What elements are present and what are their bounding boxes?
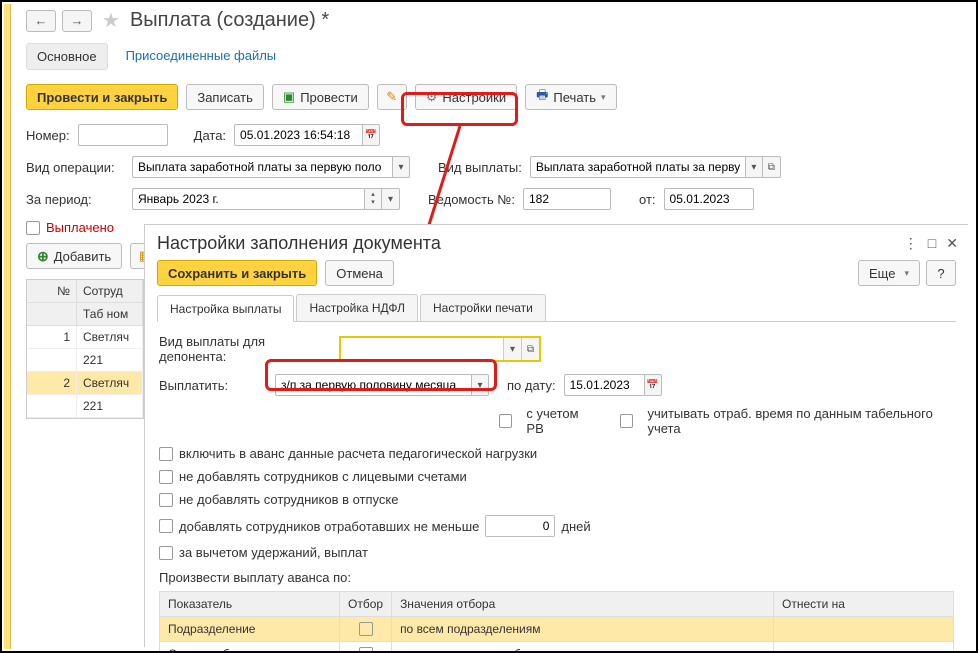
number-label: Номер: bbox=[26, 128, 70, 143]
tab-main[interactable]: Основное bbox=[26, 43, 108, 70]
tab-files[interactable]: Присоединенные файлы bbox=[122, 43, 281, 70]
period-label: За период: bbox=[26, 192, 124, 207]
table-row[interactable]: 221 bbox=[27, 395, 143, 418]
open-icon[interactable]: ⧉ bbox=[521, 338, 539, 360]
window-restore-icon[interactable]: □ bbox=[928, 235, 936, 252]
filter-checkbox[interactable] bbox=[359, 622, 373, 636]
avans-filter-table[interactable]: Показатель Отбор Значения отбора Отнести… bbox=[159, 591, 954, 653]
plus-icon: ⊕ bbox=[37, 248, 49, 265]
rv-checkbox[interactable] bbox=[499, 414, 512, 428]
chevron-down-icon[interactable]: ▾ bbox=[392, 156, 410, 178]
settings-button[interactable]: ⚙Настройки bbox=[415, 84, 517, 110]
chevron-down-icon[interactable]: ▾ bbox=[745, 156, 763, 178]
col-indicator[interactable]: Показатель bbox=[160, 592, 340, 617]
col-tab-number[interactable]: Таб ном bbox=[77, 303, 143, 326]
rv-label: с учетом РВ bbox=[526, 406, 596, 436]
avans-heading: Произвести выплату аванса по: bbox=[159, 570, 954, 585]
spinner-up-icon[interactable]: ▴▾ bbox=[364, 188, 382, 210]
add-button[interactable]: ⊕Добавить bbox=[26, 243, 122, 269]
calendar-icon[interactable]: 📅 bbox=[362, 124, 380, 146]
nav-back-button[interactable]: ← bbox=[26, 10, 56, 32]
filter-checkbox[interactable] bbox=[359, 647, 373, 653]
printer-icon: 🖶 bbox=[536, 86, 548, 108]
table-row[interactable]: 221 bbox=[27, 349, 143, 372]
more-button[interactable]: Еще▾ bbox=[858, 260, 920, 286]
tab-payout-settings[interactable]: Настройка выплаты bbox=[157, 295, 294, 322]
chevron-down-icon: ▾ bbox=[601, 92, 606, 103]
pay-mode-input[interactable] bbox=[275, 374, 471, 396]
paid-checkbox[interactable] bbox=[26, 221, 40, 235]
date-input[interactable] bbox=[234, 124, 362, 146]
table-row[interactable]: 1 Светляч bbox=[27, 326, 143, 349]
date-label: Дата: bbox=[194, 128, 226, 143]
pencil-icon: ✎ bbox=[386, 89, 397, 105]
chevron-down-icon[interactable]: ▾ bbox=[471, 374, 489, 396]
tabel-checkbox[interactable] bbox=[620, 414, 633, 428]
dialog-title: Настройки заполнения документа bbox=[157, 233, 904, 254]
chevron-down-icon: ▾ bbox=[904, 268, 909, 279]
from-label: от: bbox=[639, 192, 656, 207]
open-icon[interactable]: ⧉ bbox=[763, 156, 781, 178]
save-button[interactable]: Записать bbox=[186, 84, 264, 110]
col-filter-values[interactable]: Значения отбора bbox=[392, 592, 774, 617]
post-button[interactable]: ▣Провести bbox=[272, 84, 369, 110]
from-date-input[interactable] bbox=[664, 188, 754, 210]
number-input[interactable] bbox=[78, 124, 168, 146]
col-employee[interactable]: Сотруд bbox=[77, 280, 143, 303]
chevron-down-icon[interactable]: ▾ bbox=[382, 188, 400, 210]
employees-grid[interactable]: № Сотруд Таб ном 1 Светляч 221 2 Светляч bbox=[26, 279, 144, 419]
star-icon[interactable]: ★ bbox=[102, 8, 120, 33]
pay-label: Выплатить: bbox=[159, 378, 267, 393]
to-date-input[interactable] bbox=[564, 374, 644, 396]
settings-dialog: Настройки заполнения документа ⋮ □ ✕ Сох… bbox=[144, 224, 968, 647]
col-filter[interactable]: Отбор bbox=[340, 592, 392, 617]
gear-icon: ⚙ bbox=[426, 89, 438, 105]
chevron-down-icon[interactable]: ▾ bbox=[503, 338, 521, 360]
op-type-input[interactable] bbox=[132, 156, 392, 178]
op-type-label: Вид операции: bbox=[26, 160, 124, 175]
chk-no-accounts[interactable] bbox=[159, 470, 173, 484]
chk-minus-deductions[interactable] bbox=[159, 546, 173, 560]
table-row[interactable]: Статус работы по всем статусам работы bbox=[160, 642, 954, 653]
tabel-label: учитывать отраб. время по данным табельн… bbox=[647, 406, 954, 436]
nav-forward-button[interactable]: → bbox=[62, 10, 92, 32]
help-button[interactable]: ? bbox=[926, 260, 956, 286]
chk-no-vacation[interactable] bbox=[159, 493, 173, 507]
sheet-input[interactable] bbox=[523, 188, 611, 210]
close-icon[interactable]: ✕ bbox=[946, 235, 958, 252]
deponent-input[interactable] bbox=[341, 338, 503, 360]
page-title: Выплата (создание) * bbox=[130, 9, 329, 32]
deponent-label: Вид выплаты для депонента: bbox=[159, 334, 331, 364]
post-and-close-button[interactable]: Провести и закрыть bbox=[26, 84, 178, 110]
paid-label: Выплачено bbox=[46, 220, 114, 235]
period-input[interactable] bbox=[132, 188, 364, 210]
chk-ped-load[interactable] bbox=[159, 447, 173, 461]
post-icon: ▣ bbox=[283, 89, 295, 105]
print-button[interactable]: 🖶Печать▾ bbox=[525, 84, 616, 110]
save-and-close-button[interactable]: Сохранить и закрыть bbox=[157, 260, 317, 286]
calendar-icon[interactable]: 📅 bbox=[644, 374, 662, 396]
to-date-label: по дату: bbox=[507, 378, 556, 393]
col-number[interactable]: № bbox=[27, 280, 77, 303]
col-assign-to[interactable]: Отнести на bbox=[774, 592, 954, 617]
chk-min-days[interactable] bbox=[159, 519, 173, 533]
days-input[interactable] bbox=[485, 515, 555, 537]
table-row[interactable]: Подразделение по всем подразделениям bbox=[160, 617, 954, 642]
pay-type-label: Вид выплаты: bbox=[438, 160, 522, 175]
sheet-label: Ведомость №: bbox=[428, 192, 515, 207]
table-row[interactable]: 2 Светляч bbox=[27, 372, 143, 395]
menu-icon[interactable]: ⋮ bbox=[904, 235, 918, 252]
cancel-button[interactable]: Отмена bbox=[325, 260, 394, 286]
edit-icon-button[interactable]: ✎ bbox=[377, 84, 407, 110]
tab-ndfl-settings[interactable]: Настройка НДФЛ bbox=[296, 294, 418, 321]
pay-type-input[interactable] bbox=[530, 156, 745, 178]
tab-print-settings[interactable]: Настройки печати bbox=[420, 294, 546, 321]
